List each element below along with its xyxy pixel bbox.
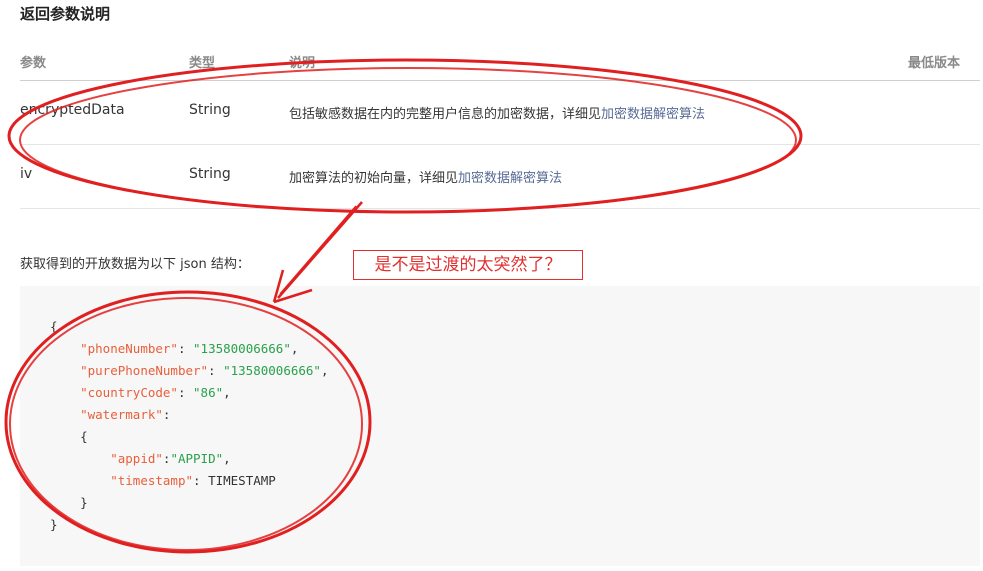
param-desc: 包括敏感数据在内的完整用户信息的加密数据，详细见加密数据解密算法 [289,103,705,122]
code-brace: } [50,517,58,532]
json-value: "86" [193,385,224,400]
header-desc: 说明 [289,56,316,71]
json-key: "phoneNumber" [80,341,178,356]
param-name: iv [20,166,33,182]
json-key: "timestamp" [110,473,194,488]
code-brace: { [80,429,88,444]
json-value: "APPID" [170,451,224,466]
json-value: "13580006666" [193,341,291,356]
json-code-block: { "phoneNumber": "13580006666", "purePho… [20,286,980,566]
json-key: "purePhoneNumber" [80,363,209,378]
param-desc: 加密算法的初始向量，详细见加密数据解密算法 [289,167,562,186]
json-code: { "phoneNumber": "13580006666", "purePho… [50,319,329,532]
decrypt-algorithm-link[interactable]: 加密数据解密算法 [458,171,562,186]
arrow-shaft-inner [279,205,357,295]
json-key: "countryCode" [80,385,178,400]
param-desc-text: 加密算法的初始向量，详细见 [289,171,459,186]
header-type: 类型 [189,56,216,71]
json-key: "appid" [110,451,163,466]
header-param: 参数 [20,56,47,71]
param-type: String [189,166,231,182]
code-brace: } [80,495,88,510]
page-title: 返回参数说明 [20,5,111,23]
arrow-shaft [277,201,363,299]
decrypt-algorithm-link[interactable]: 加密数据解密算法 [601,107,705,122]
table-header-row: 参数 类型 说明 最低版本 [20,42,980,81]
json-value: TIMESTAMP [208,473,276,488]
header-version: 最低版本 [907,56,960,71]
params-table: 参数 类型 说明 最低版本 encryptedData String 包括敏感数… [20,42,980,209]
json-value: "13580006666" [223,363,321,378]
code-brace: { [50,319,58,334]
table-row: iv String 加密算法的初始向量，详细见加密数据解密算法 [20,145,980,209]
param-desc-text: 包括敏感数据在内的完整用户信息的加密数据，详细见 [289,107,602,122]
json-intro-text: 获取得到的开放数据为以下 json 结构： [20,257,250,272]
param-name: encryptedData [20,102,125,118]
annotation-note: 是不是过渡的太突然了？ [353,250,583,280]
table-row: encryptedData String 包括敏感数据在内的完整用户信息的加密数… [20,81,980,145]
param-type: String [189,102,231,118]
json-key: "watermark" [80,407,163,422]
